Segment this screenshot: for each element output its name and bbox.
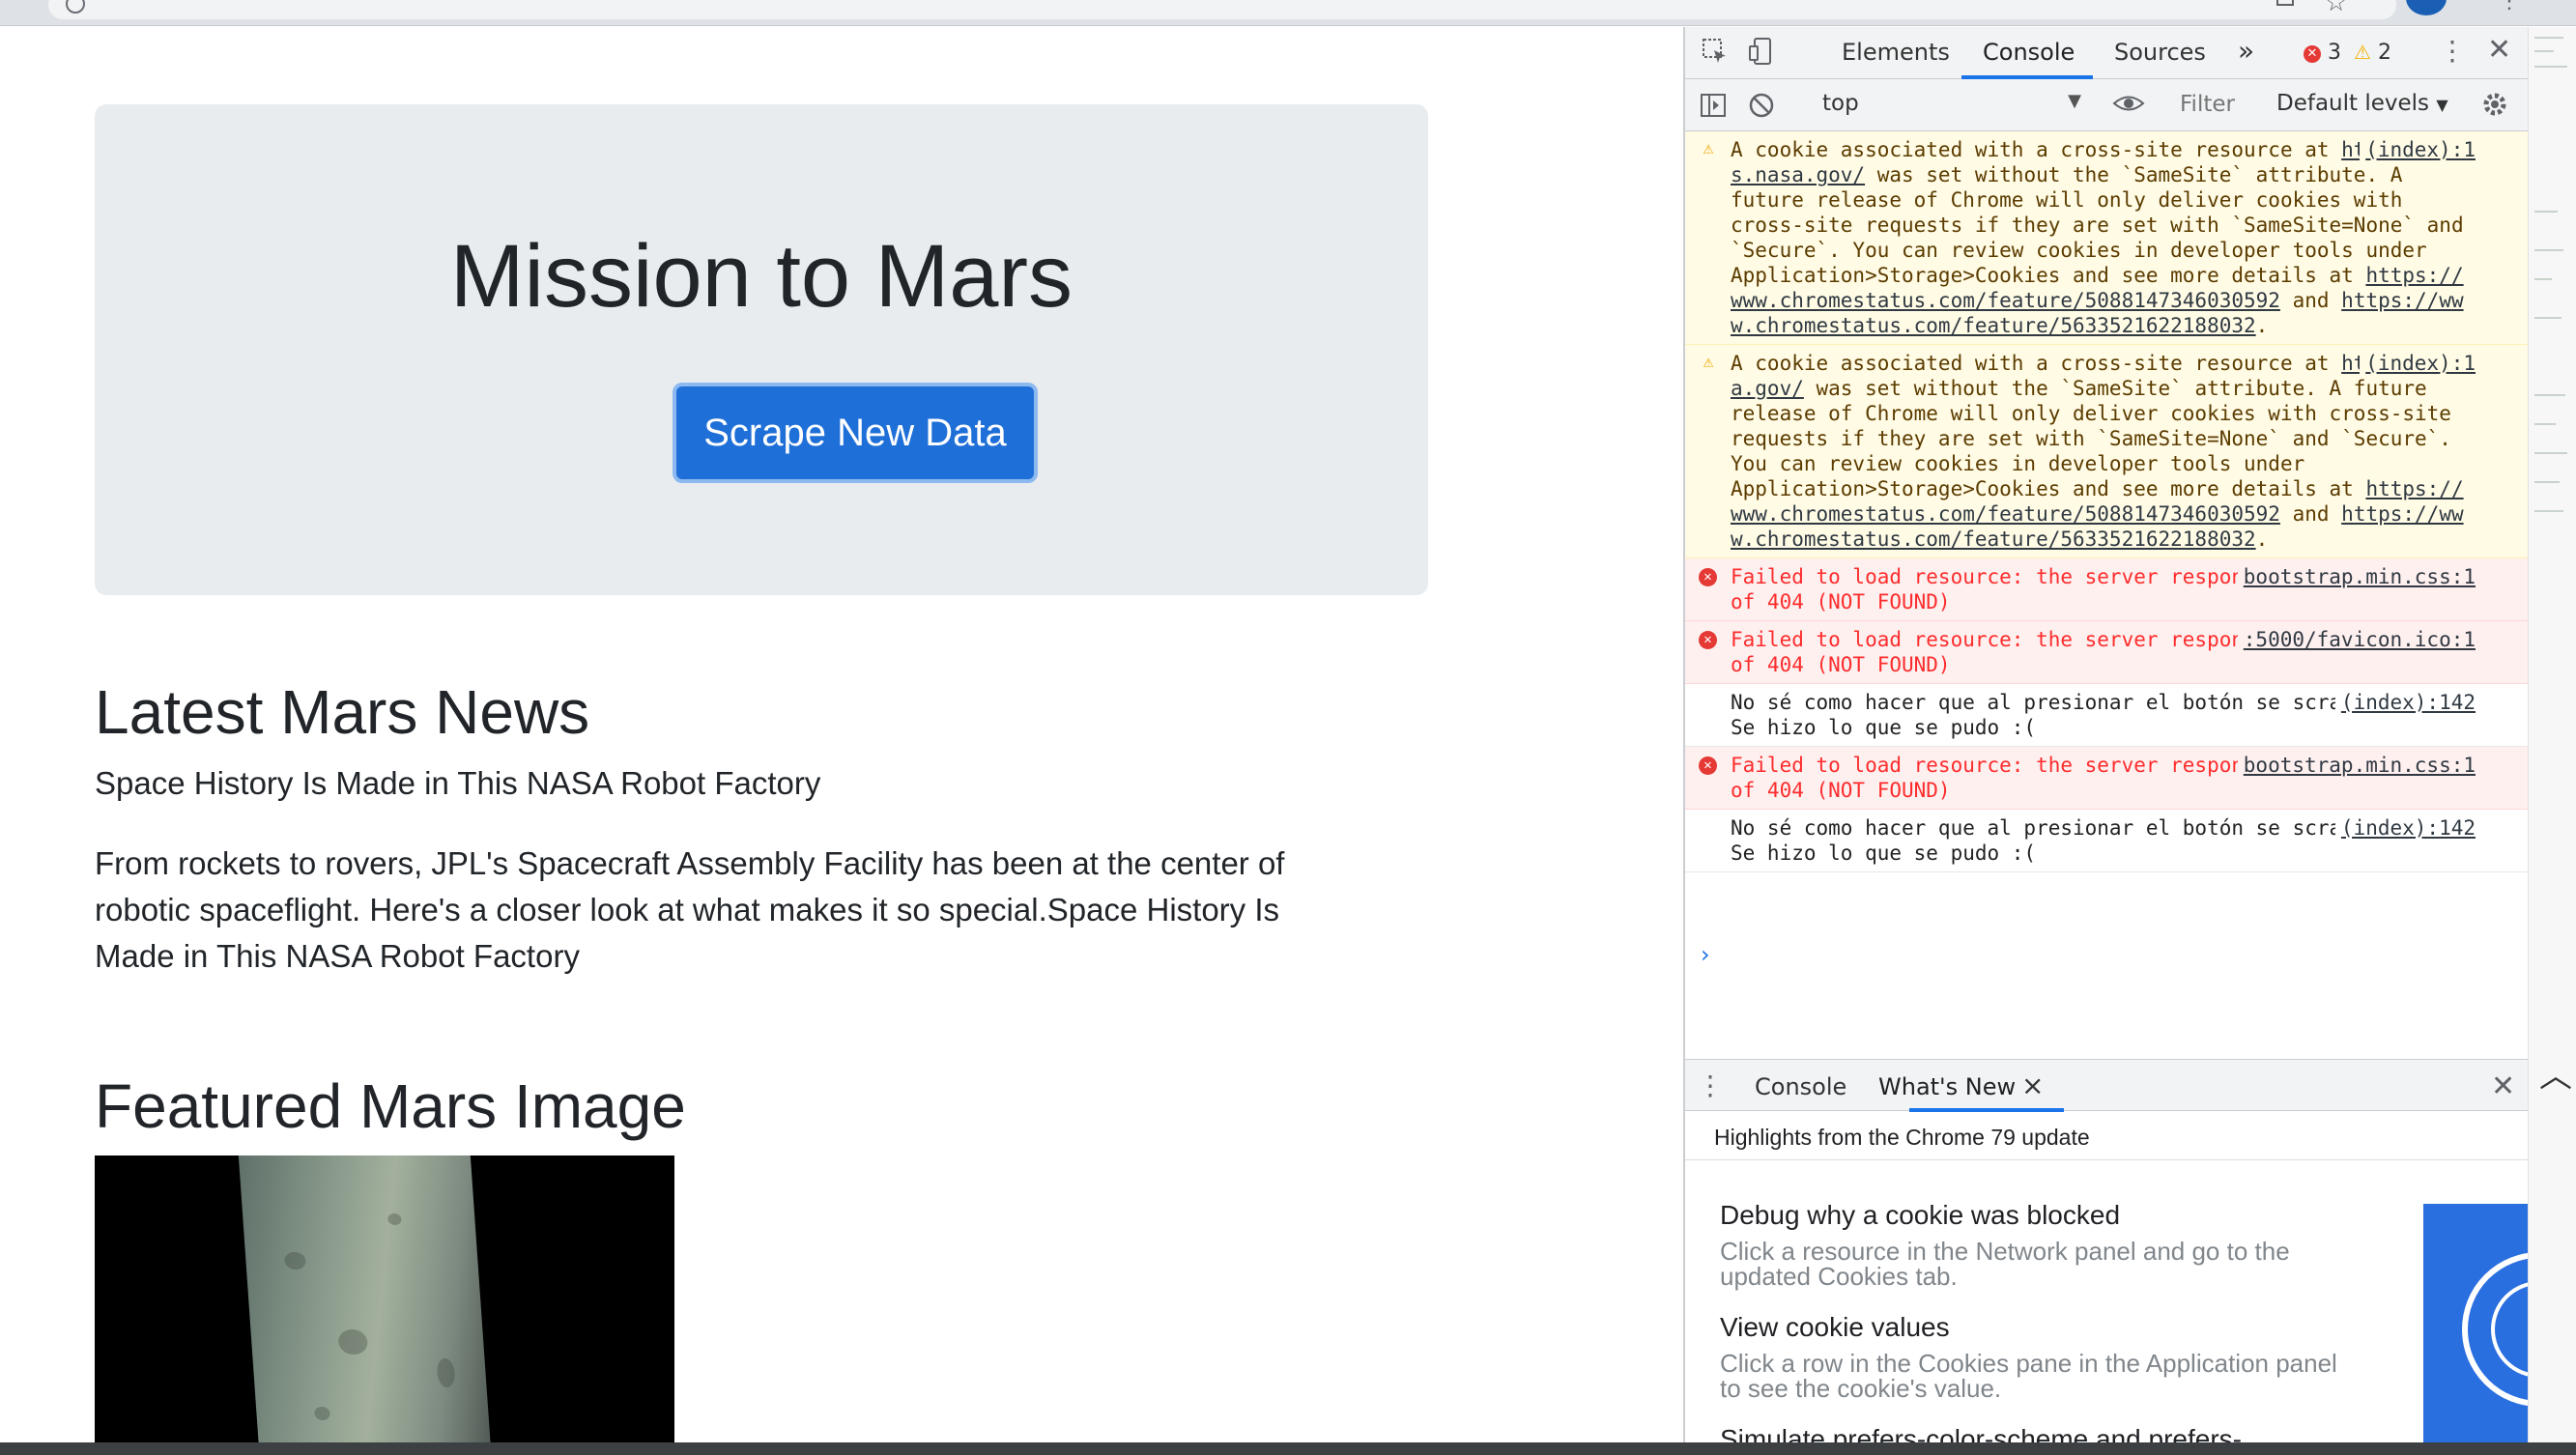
devtools-tabbar: Elements Console Sources » ✕ 3 ⚠ 2 ⋮ ✕ [1685, 27, 2530, 79]
message-text-part: was set without the `SameSite` attribute… [1731, 377, 2451, 500]
message-text-part: and [2279, 289, 2342, 312]
news-title: Space History Is Made in This NASA Robot… [95, 765, 821, 801]
install-app-icon[interactable] [2276, 0, 2294, 6]
more-tabs-button[interactable]: » [2238, 35, 2254, 67]
console-message-err: ✕ bootstrap.min.css:1 Failed to load resou… [1685, 558, 2530, 621]
mars-surface [237, 1155, 494, 1442]
console-message-warn: ⚠ (index):1 A cookie associated with a cro… [1685, 131, 2530, 345]
tab-elements[interactable]: Elements [1842, 39, 1950, 66]
featured-mars-image [95, 1155, 674, 1442]
tab-console[interactable]: Console [1983, 39, 2075, 66]
context-value: top [1822, 91, 1859, 116]
message-text-part: . [2255, 314, 2269, 337]
message-source-link[interactable]: bootstrap.min.css:1 [2237, 564, 2476, 589]
dropdown-arrow-icon: ▼ [2436, 96, 2448, 114]
browser-menu-icon[interactable]: ⋮ [2499, 0, 2520, 14]
drawer-tab-console[interactable]: Console [1755, 1073, 1846, 1100]
error-icon: ✕ [1699, 631, 1717, 649]
message-source-link[interactable]: (index):142 [2334, 690, 2476, 715]
address-bar[interactable] [48, 0, 2396, 19]
error-count-badge[interactable]: ✕ 3 [2304, 41, 2341, 65]
whats-new-item-title[interactable]: View cookie values [1720, 1312, 1950, 1343]
error-icon: ✕ [1699, 756, 1717, 775]
featured-image-heading: Featured Mars Image [95, 1071, 686, 1141]
more-options-icon[interactable]: ⋮ [2439, 35, 2466, 67]
whats-new-item-desc: Click a row in the Cookies pane in the A… [1720, 1349, 2337, 1403]
live-expression-icon[interactable] [2112, 89, 2145, 125]
close-tab-icon[interactable]: × [2021, 1070, 2044, 1101]
warning-icon: ⚠ [1703, 352, 1714, 372]
message-source-link[interactable]: bootstrap.min.css:1 [2237, 753, 2476, 778]
page-title: Mission to Mars [449, 227, 1073, 326]
scroll-up-chevron-icon[interactable]: ︿ [2539, 1049, 2572, 1097]
warning-count-badge[interactable]: ⚠ 2 [2354, 41, 2391, 65]
message-list: ⚠ (index):1 A cookie associated with a cro… [1685, 131, 2530, 872]
settings-icon[interactable] [2479, 89, 2510, 127]
browser-toolbar: ☆ ⋮ [0, 0, 2576, 26]
log-levels-dropdown[interactable]: Default levels ▼ [2276, 91, 2448, 116]
clear-console-icon[interactable] [1747, 91, 1776, 127]
whats-new-highlights: Highlights from the Chrome 79 update [1714, 1125, 2090, 1150]
drawer-tabbar: ⋮ Console What's New × ✕ [1685, 1059, 2530, 1112]
close-devtools-icon[interactable]: ✕ [2487, 33, 2511, 67]
whats-new-item-desc: Click a resource in the Network panel an… [1720, 1237, 2290, 1291]
message-text: A cookie associated with a cross-site re… [1731, 138, 2464, 337]
message-text-part: A cookie associated with a cross-site re… [1731, 352, 2342, 375]
news-heading: Latest Mars News [95, 677, 590, 747]
devtools-panel: Elements Console Sources » ✕ 3 ⚠ 2 ⋮ ✕ t… [1683, 27, 2539, 1455]
whats-new-graphic [2423, 1204, 2539, 1455]
filter-input[interactable] [2180, 89, 2263, 120]
background-editor-strip [2528, 27, 2576, 1442]
sidebar-toggle-icon[interactable] [1699, 91, 1728, 127]
scrape-button[interactable]: Scrape New Data [673, 383, 1038, 483]
warning-count: 2 [2377, 41, 2391, 65]
error-icon: ✕ [1699, 568, 1717, 586]
jumbotron: Mission to Mars Scrape New Data [95, 104, 1428, 595]
warning-icon: ⚠ [1703, 138, 1714, 158]
console-message-info: (index):142 No sé como hacer que al presi… [1685, 684, 2530, 747]
message-text-part: A cookie associated with a cross-site re… [1731, 138, 2342, 161]
message-source-link[interactable]: (index):1 [2360, 137, 2476, 162]
inspect-element-icon[interactable] [1701, 37, 1730, 72]
profile-avatar[interactable] [2406, 0, 2447, 15]
console-message-err: ✕ bootstrap.min.css:1 Failed to load resou… [1685, 747, 2530, 810]
console-message-warn: ⚠ (index):1 A cookie associated with a cro… [1685, 345, 2530, 558]
context-selector[interactable]: top ▼ [1822, 91, 2081, 120]
console-message-info: (index):142 No sé como hacer que al presi… [1685, 810, 2530, 872]
error-icon: ✕ [2304, 45, 2321, 63]
device-toolbar-icon[interactable] [1747, 37, 1776, 72]
console-toolbar: top ▼ Default levels ▼ [1685, 79, 2530, 131]
message-source-link[interactable]: (index):1 [2360, 351, 2476, 376]
tab-sources[interactable]: Sources [2114, 39, 2206, 66]
message-text-part: . [2255, 528, 2269, 551]
close-drawer-icon[interactable]: ✕ [2491, 1070, 2515, 1103]
log-levels-label: Default levels [2276, 91, 2430, 116]
console-prompt[interactable]: › [1701, 941, 1710, 968]
message-source-link[interactable]: :5000/favicon.ico:1 [2237, 627, 2476, 652]
message-source-link[interactable]: (index):142 [2334, 815, 2476, 841]
console-messages: ⚠ (index):1 A cookie associated with a cro… [1685, 131, 2530, 1082]
news-paragraph: From rockets to rovers, JPL's Spacecraft… [95, 845, 1285, 974]
drawer-active-indicator [1909, 1108, 2064, 1112]
dropdown-arrow-icon: ▼ [2068, 91, 2081, 111]
whats-new-item-title[interactable]: Debug why a cookie was blocked [1720, 1200, 2120, 1231]
console-message-err: ✕:5000/favicon.ico:1 Failed to load resou… [1685, 621, 2530, 684]
drawer-menu-icon[interactable]: ⋮ [1697, 1070, 1724, 1101]
web-page: Mission to Mars Scrape New Data Latest M… [0, 27, 1683, 1442]
drawer-tab-whats-new[interactable]: What's New [1878, 1073, 2016, 1100]
divider [1685, 1159, 2530, 1160]
message-text-part: and [2279, 502, 2342, 526]
warning-icon: ⚠ [2354, 41, 2371, 64]
bottom-bar [0, 1442, 2576, 1455]
message-text: A cookie associated with a cross-site re… [1731, 352, 2464, 551]
error-count: 3 [2328, 41, 2341, 65]
bookmark-star-icon[interactable]: ☆ [2325, 0, 2347, 17]
